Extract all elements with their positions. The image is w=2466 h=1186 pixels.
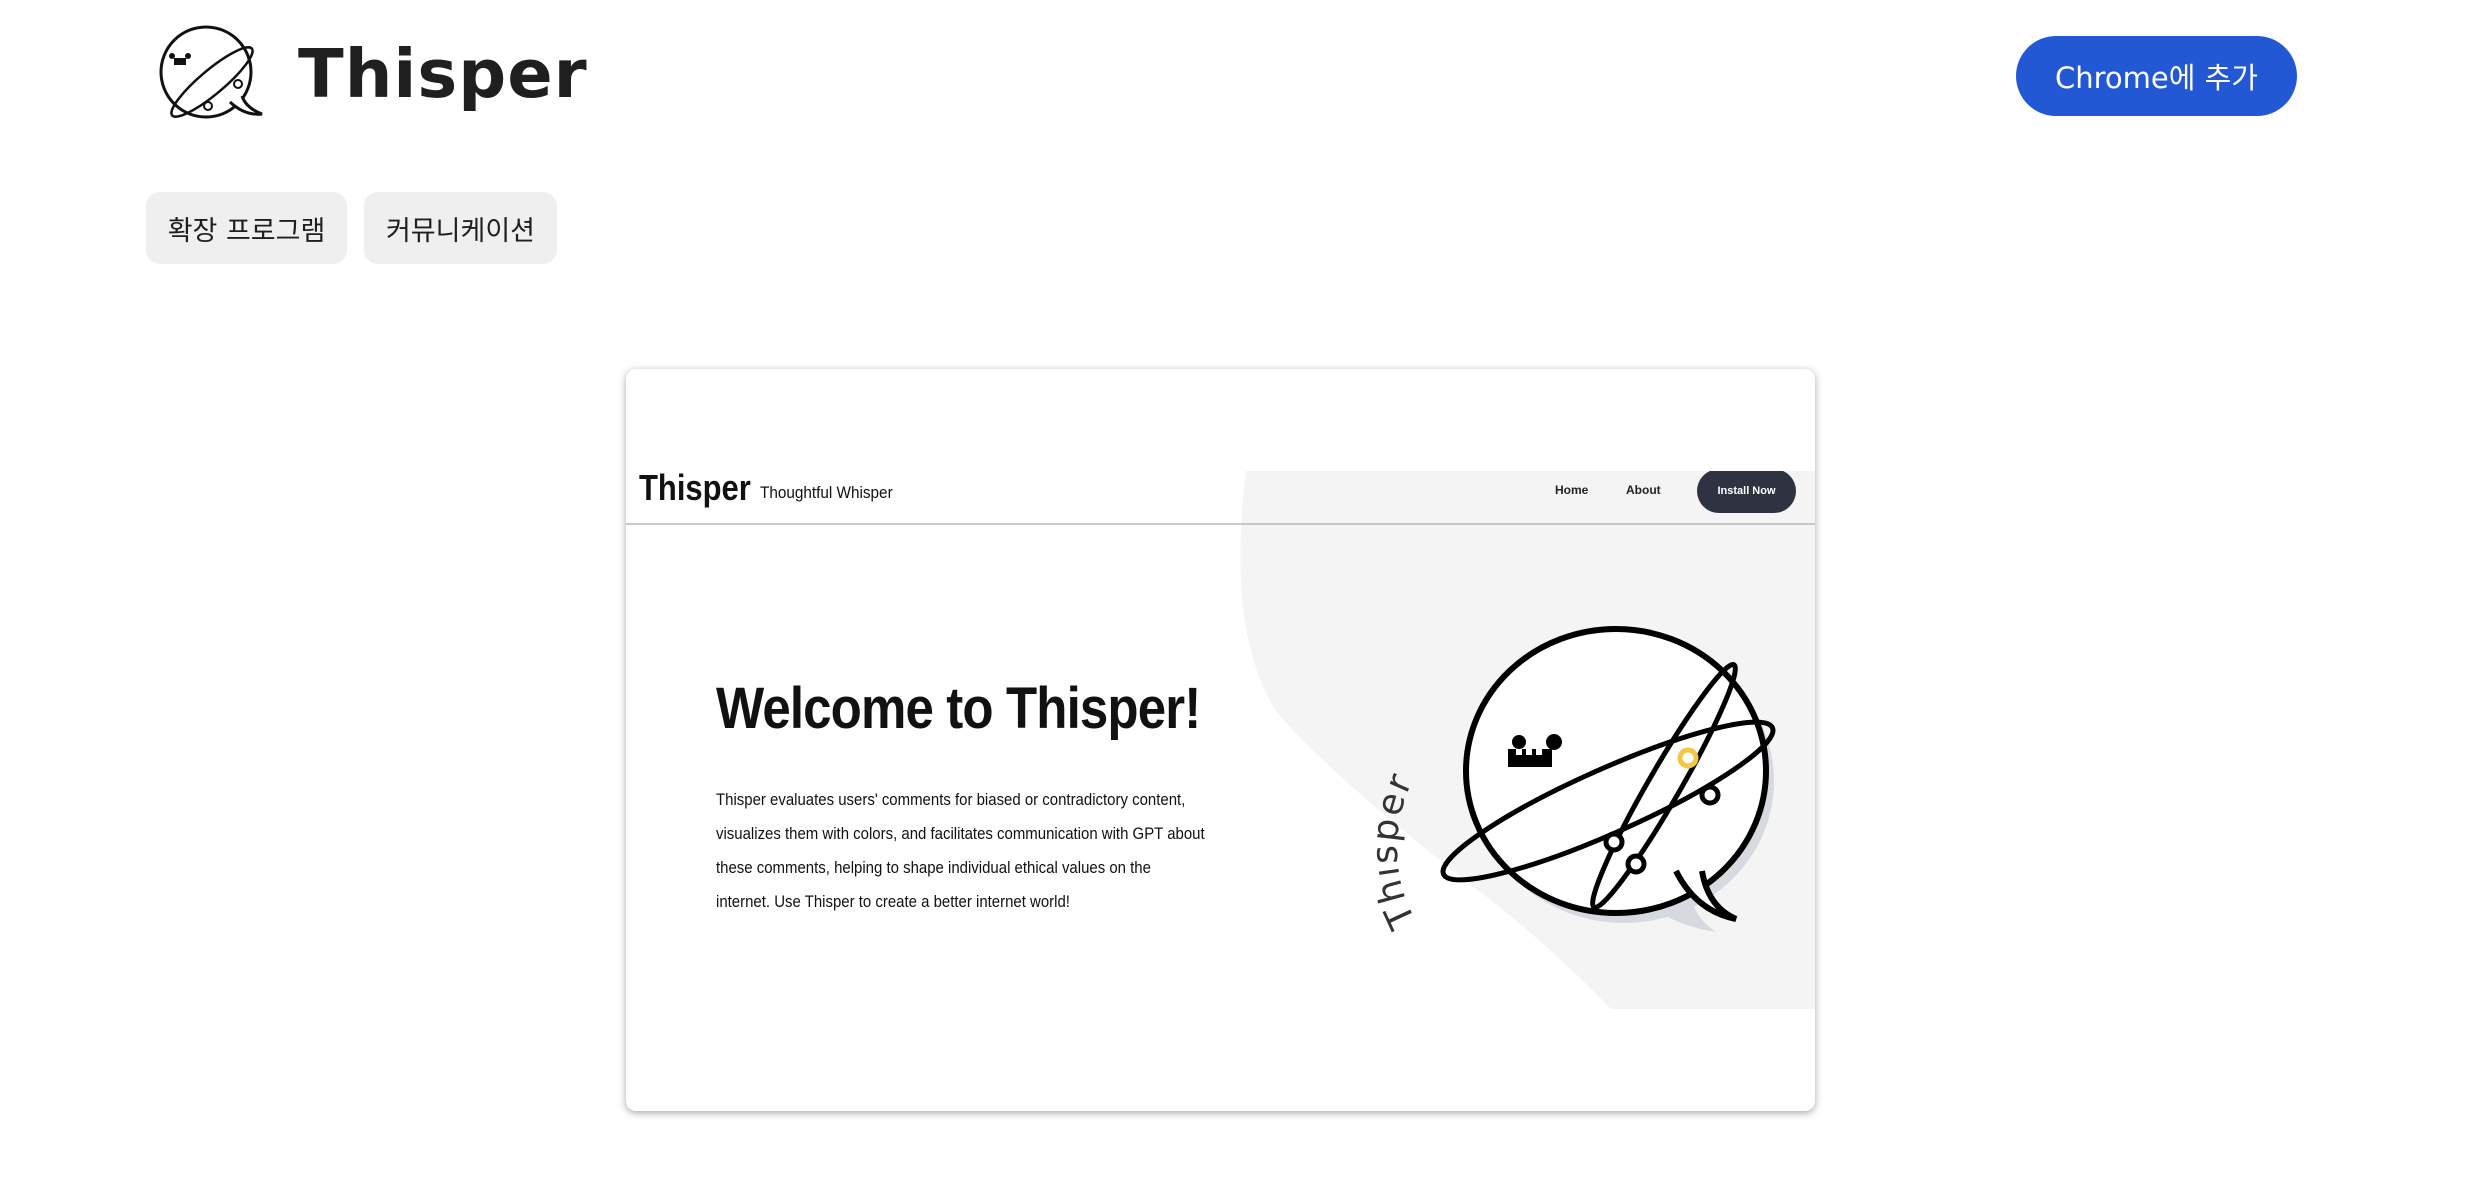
- add-to-chrome-button[interactable]: Chrome에 추가: [2016, 36, 2297, 116]
- nav-divider: [626, 523, 1815, 525]
- screenshot-preview: Thisper Thoughtful Whisper Home About In…: [626, 369, 1815, 1111]
- preview-nav-about[interactable]: About: [1626, 483, 1661, 497]
- preview-heading: Welcome to Thisper!: [716, 676, 1201, 741]
- preview-nav-home[interactable]: Home: [1555, 483, 1588, 497]
- category-chip-extension[interactable]: 확장 프로그램: [146, 192, 347, 264]
- logo-icon: [159, 25, 263, 119]
- preview-tagline: Thoughtful Whisper: [760, 483, 893, 502]
- preview-page: Thisper Thoughtful Whisper Home About In…: [626, 471, 1815, 1009]
- svg-text:Thisper: Thisper: [1376, 766, 1424, 935]
- mascot-illustration: Thisper: [1376, 626, 1776, 936]
- preview-description: Thisper evaluates users' comments for bi…: [716, 790, 1205, 911]
- preview-site-name: Thisper: [639, 471, 751, 508]
- app-title: Thisper: [298, 35, 588, 113]
- category-chip-communication[interactable]: 커뮤니케이션: [364, 192, 557, 264]
- preview-install-button[interactable]: Install Now: [1697, 471, 1796, 513]
- mascot-arc-text: Thisper: [1376, 766, 1422, 935]
